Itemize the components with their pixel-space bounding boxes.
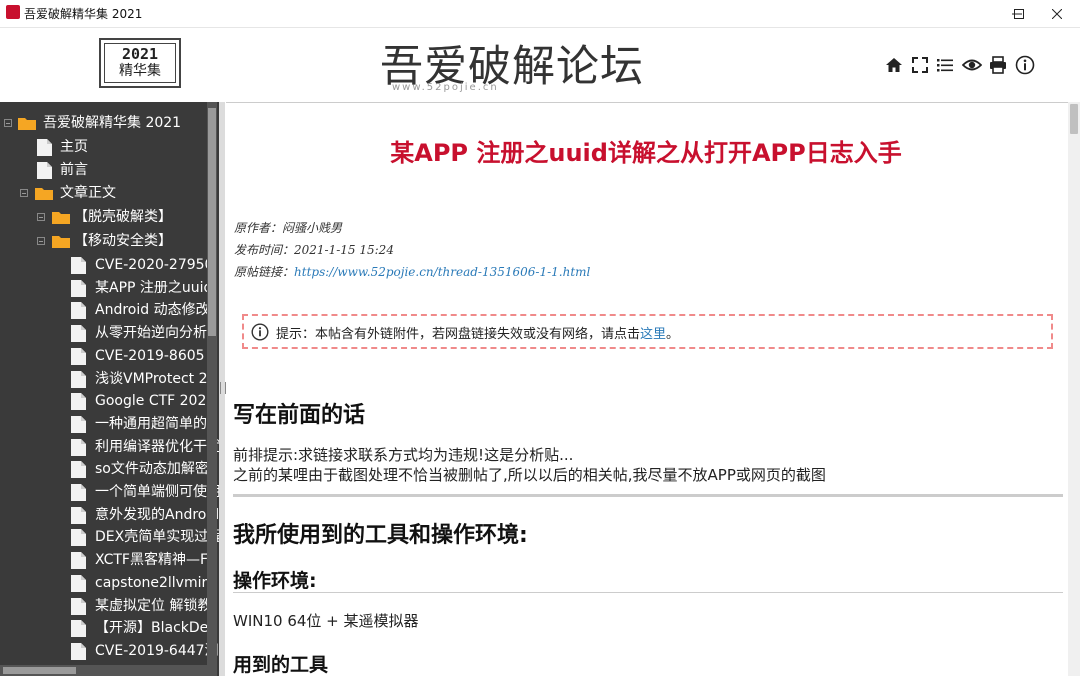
document-icon	[71, 279, 86, 297]
document-icon	[71, 302, 86, 320]
sidebar-item-label: 某APP 注册之uuid	[95, 279, 213, 296]
notice-text: 提示：本帖含有外链附件，若网盘链接失效或没有网络，请点击这里。	[276, 323, 679, 342]
eye-icon[interactable]	[962, 55, 982, 75]
subsection-heading: 用到的工具	[233, 654, 329, 676]
stamp-year: 2021	[121, 45, 159, 63]
close-button[interactable]	[1034, 0, 1080, 27]
article-content: 某APP 注册之uuid详解之从打开APP日志入手 原作者：闷骚小贱男 发布时间…	[226, 102, 1068, 677]
document-icon	[71, 257, 86, 274]
scrollbar-thumb[interactable]	[3, 667, 76, 674]
info-icon[interactable]	[1015, 55, 1035, 75]
content-vertical-scrollbar[interactable]	[1068, 102, 1080, 676]
app-logo-icon	[6, 5, 20, 19]
print-icon[interactable]	[988, 55, 1008, 75]
divider	[233, 592, 1063, 593]
expand-toggle-icon[interactable]	[4, 119, 12, 127]
notice-box: 提示：本帖含有外链附件，若网盘链接失效或没有网络，请点击这里。	[242, 314, 1053, 349]
article-title: 某APP 注册之uuid详解之从打开APP日志入手	[390, 139, 902, 167]
scrollbar-thumb[interactable]	[1070, 104, 1078, 134]
document-icon	[71, 347, 86, 365]
sidebar-horizontal-scrollbar[interactable]	[0, 665, 207, 676]
section-heading: 我所使用到的工具和操作环境:	[233, 523, 528, 548]
sidebar-item-label: 前言	[60, 162, 88, 178]
folder-open-icon	[52, 236, 70, 248]
sidebar-item-label: 某虚拟定位 解锁教	[95, 597, 212, 614]
source-label: 原帖链接：	[234, 265, 295, 279]
list-icon[interactable]	[935, 55, 955, 75]
folder-icon	[52, 212, 70, 224]
close-icon	[1052, 8, 1062, 19]
sidebar-item-label: 意外发现的Android	[95, 506, 219, 523]
sidebar-item-label: 从零开始逆向分析A	[95, 325, 217, 342]
notice-message: 提示：本帖含有外链附件，若网盘链接失效或没有网络，请点击	[276, 327, 641, 342]
title-bar: 吾爱破解精华集 2021	[0, 0, 1080, 28]
document-icon	[71, 370, 86, 388]
article-author: 原作者：闷骚小贱男	[234, 221, 343, 235]
document-icon	[71, 506, 86, 524]
sidebar-item-label: 浅谈VMProtect 2.	[95, 370, 212, 387]
document-icon	[71, 620, 86, 638]
document-icon	[71, 415, 86, 433]
pane-splitter[interactable]	[219, 102, 226, 676]
document-icon	[71, 597, 86, 615]
header: 2021 精华集 吾爱破解论坛 www.52pojie.cn	[0, 28, 1080, 102]
document-icon	[37, 139, 52, 156]
sidebar-item-label: so文件动态加解密	[95, 461, 209, 478]
home-icon[interactable]	[884, 55, 904, 75]
info-icon	[251, 323, 269, 341]
sidebar-tree[interactable]: 吾爱破解精华集 2021 主页 前言 文章正文 【脱壳破解类】 【移动安全类】 …	[0, 102, 219, 676]
document-icon	[71, 461, 86, 479]
document-icon	[71, 325, 86, 343]
sidebar-item-label: Google CTF 2020	[95, 393, 216, 410]
window-title: 吾爱破解精华集 2021	[24, 7, 143, 21]
tree-root-label: 吾爱破解精华集 2021	[43, 115, 182, 131]
sidebar-item-label: 一个简单端侧可使用	[95, 484, 219, 500]
forum-url: www.52pojie.cn	[392, 82, 499, 93]
document-icon	[71, 484, 86, 501]
paragraph: 之前的某哩由于截图处理不恰当被删帖了,所以以后的相关帖,我尽量不放APP或网页的…	[233, 466, 826, 484]
section-heading: 写在前面的话	[233, 403, 366, 428]
sidebar-vertical-scrollbar[interactable]	[207, 102, 217, 676]
document-icon	[71, 438, 86, 456]
sidebar-item-label: 一种通用超简单的A	[95, 415, 217, 432]
document-icon	[71, 574, 86, 592]
document-icon	[71, 529, 86, 547]
maximize-icon	[1014, 8, 1024, 19]
collection-stamp: 2021 精华集	[99, 38, 181, 88]
notice-end: 。	[666, 327, 680, 342]
sidebar-item-label: capstone2llvmir,	[95, 574, 212, 591]
collapse-toggle-icon[interactable]	[20, 189, 28, 197]
sidebar-item-label: 主页	[60, 139, 88, 155]
folder-open-icon	[18, 118, 36, 130]
sidebar-item-label: 文章正文	[60, 185, 116, 201]
document-icon	[71, 642, 86, 660]
sidebar-item-label: CVE-2019-6447洞	[95, 642, 219, 659]
sidebar-item-label: 【开源】BlackDex	[95, 620, 217, 637]
paragraph: 前排提示:求链接求联系方式均为违规!这是分析贴...	[233, 446, 574, 464]
sidebar-item-label: CVE-2019-8605	[95, 347, 205, 364]
sidebar-item-label: DEX壳简单实现过程	[95, 529, 219, 546]
sidebar-item-label: 利用编译器优化干扰	[95, 438, 219, 455]
sidebar-item-label: XCTF黑客精神—F	[95, 552, 209, 569]
document-icon	[71, 393, 86, 411]
fullscreen-icon[interactable]	[910, 55, 930, 75]
source-link[interactable]: https://www.52pojie.cn/thread-1351606-1-…	[294, 265, 590, 279]
collapse-toggle-icon[interactable]	[37, 237, 45, 245]
notice-link[interactable]: 这里	[640, 327, 666, 342]
document-icon	[71, 552, 86, 570]
article-date: 发布时间：2021-1-15 15:24	[234, 243, 394, 257]
sidebar-item-label: Android 动态修改	[95, 302, 210, 319]
document-icon	[37, 162, 52, 179]
scrollbar-thumb[interactable]	[208, 108, 216, 336]
sidebar-item-label: 【移动安全类】	[74, 233, 172, 249]
sidebar-item-label: CVE-2020-27950	[95, 257, 214, 273]
sidebar-item-label: 【脱壳破解类】	[74, 209, 172, 225]
divider	[233, 494, 1063, 497]
subsection-heading: 操作环境:	[233, 570, 317, 592]
folder-open-icon	[35, 188, 53, 200]
paragraph: WIN10 64位 + 某遥模拟器	[233, 612, 419, 630]
stamp-text: 精华集	[119, 63, 161, 79]
expand-toggle-icon[interactable]	[37, 213, 45, 221]
article-source: 原帖链接：https://www.52pojie.cn/thread-13516…	[234, 263, 590, 280]
